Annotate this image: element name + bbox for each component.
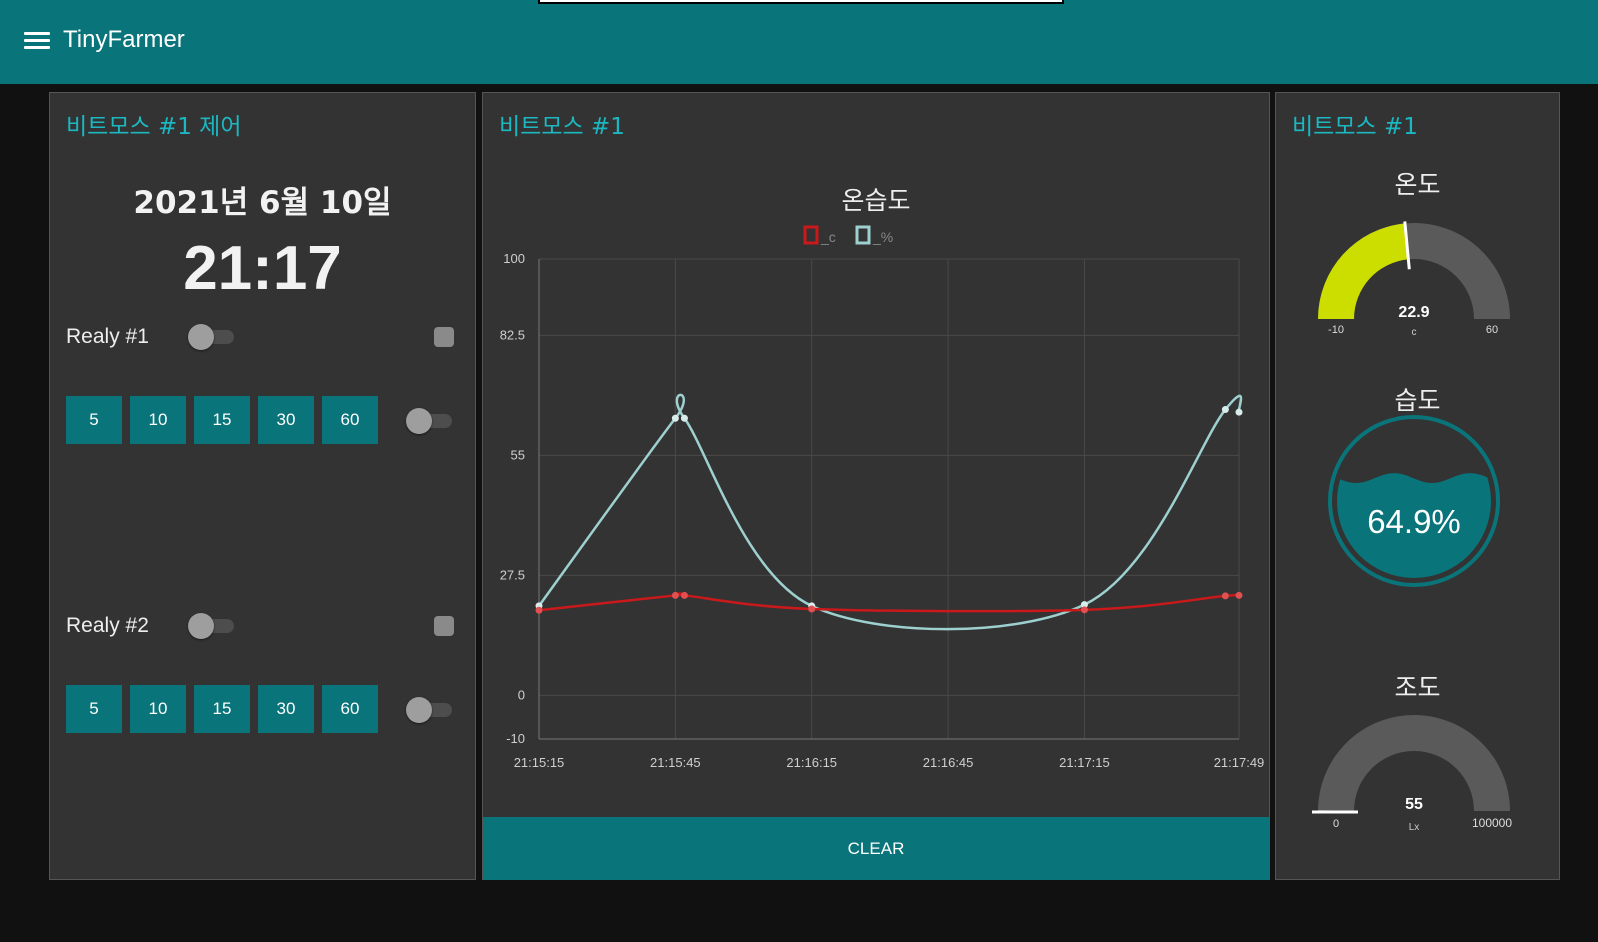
relay-1-timer-60-button[interactable]: 60 <box>322 396 378 444</box>
chart-panel: 비트모스 #1 온습도 100 82.5 55 27.5 0 -10 21:15:15 21:… <box>482 92 1270 880</box>
relay-2-status-led <box>434 616 454 636</box>
relay-1-status-led <box>434 327 454 347</box>
y-tick-label: 27.5 <box>500 567 525 582</box>
line-chart: 100 82.5 55 27.5 0 -10 21:15:15 21:15:45 21:16:1… <box>500 225 1265 770</box>
relay-1-timer-30-button[interactable]: 30 <box>258 396 314 444</box>
series-1-point-2 <box>680 414 688 422</box>
legend-swatch-0 <box>803 225 819 245</box>
x-tick-label: 21:17:49 <box>1214 755 1265 770</box>
relay-1-switch[interactable] <box>188 324 236 350</box>
relay-2-timer-10-button[interactable]: 10 <box>130 685 186 733</box>
top-outline-box <box>538 0 1064 4</box>
relay-1-label: Realy #1 <box>66 325 149 348</box>
x-tick-label: 21:15:15 <box>514 755 565 770</box>
illuminance-max: 100000 <box>1472 816 1512 830</box>
illuminance-min: 0 <box>1333 818 1339 830</box>
relay-2-switch[interactable] <box>188 613 236 639</box>
x-tick-label: 21:15:45 <box>650 755 701 770</box>
relay-2-timer-switch[interactable] <box>406 697 454 723</box>
illuminance-value: 55 <box>1405 796 1423 813</box>
legend-label-1: _% <box>872 229 893 245</box>
series-0-point-5 <box>1221 592 1229 600</box>
temperature-unit: c <box>1412 327 1417 338</box>
date-display: 2021년 6월 10일 <box>133 185 392 221</box>
relay-1-timer-15-button[interactable]: 15 <box>194 396 250 444</box>
relay-2-label: Realy #2 <box>66 614 149 637</box>
y-tick-label: 100 <box>503 251 525 266</box>
series-0-point-6 <box>1235 591 1243 599</box>
gauge-panel: 비트모스 #1 온도 습도 조도 22.9 c -10 60 64.9% 55 Lx 0 100… <box>1275 92 1560 880</box>
y-tick-label: 55 <box>511 447 525 462</box>
x-tick-label: 21:17:15 <box>1059 755 1110 770</box>
control-panel-title: 비트모스 #1 제어 <box>66 114 242 140</box>
menu-icon[interactable] <box>24 32 50 52</box>
relay-2-timer-15-button[interactable]: 15 <box>194 685 250 733</box>
series-0-point-3 <box>808 605 816 613</box>
x-tick-label: 21:16:15 <box>786 755 837 770</box>
legend-label-0: _c <box>820 229 836 245</box>
temperature-value: 22.9 <box>1398 304 1429 321</box>
relay-2-timer-30-button[interactable]: 30 <box>258 685 314 733</box>
app-title: TinyFarmer <box>63 26 185 53</box>
x-tick-label: 21:16:45 <box>923 755 974 770</box>
legend-swatch-1 <box>855 225 871 245</box>
series-0-point-4 <box>1080 606 1088 614</box>
relay-1-timer-5-button[interactable]: 5 <box>66 396 122 444</box>
series-0-point-0 <box>535 606 543 614</box>
y-tick-label: -10 <box>506 731 525 746</box>
humidity-value: 64.9% <box>1367 503 1461 540</box>
series-1-point-5 <box>1221 406 1229 414</box>
top-bar: TinyFarmer <box>0 0 1598 84</box>
relay-1-timer-10-button[interactable]: 10 <box>130 396 186 444</box>
y-tick-label: 82.5 <box>500 327 525 342</box>
temperature-gauge-fill <box>1318 223 1409 319</box>
series-line-0 <box>538 592 1243 613</box>
clear-button[interactable]: CLEAR <box>483 817 1269 880</box>
gauges-canvas: 22.9 c -10 60 64.9% 55 Lx 0 100000 <box>1312 221 1512 833</box>
series-1-point-6 <box>1235 408 1243 416</box>
temperature-min: -10 <box>1328 324 1344 336</box>
relay-1-timer-switch[interactable] <box>406 408 454 434</box>
illuminance-unit: Lx <box>1409 822 1420 833</box>
relay-2-timer-5-button[interactable]: 5 <box>66 685 122 733</box>
series-0-point-1 <box>671 591 679 599</box>
temperature-max: 60 <box>1486 324 1498 336</box>
series-1-point-1 <box>671 414 679 422</box>
series-0-point-2 <box>680 591 688 599</box>
y-tick-label: 0 <box>518 687 525 702</box>
control-panel: 비트모스 #1 제어 2021년 6월 10일 21:17 Realy #1 5… <box>49 92 476 880</box>
time-display: 21:17 <box>183 234 342 303</box>
series-line-1 <box>537 393 1243 631</box>
relay-2-timer-60-button[interactable]: 60 <box>322 685 378 733</box>
